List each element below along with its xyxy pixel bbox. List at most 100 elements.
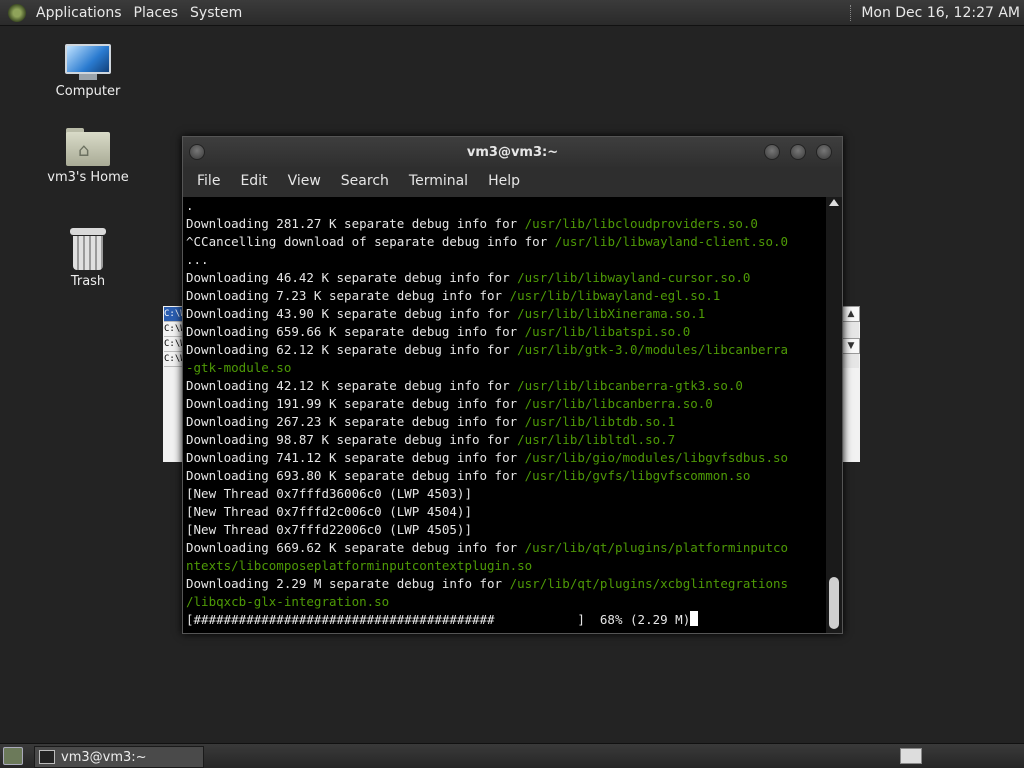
terminal-line-path: ntexts/libcomposeplatforminputcontextplu… xyxy=(186,558,533,573)
menu-view[interactable]: View xyxy=(278,173,331,189)
list-item[interactable]: C:\W xyxy=(164,352,182,367)
clock[interactable]: Mon Dec 16, 12:27 AM xyxy=(861,5,1024,21)
menu-edit[interactable]: Edit xyxy=(230,173,277,189)
desktop-icon-label: vm3's Home xyxy=(47,170,129,185)
distro-logo-icon[interactable] xyxy=(8,3,26,22)
terminal-line: Downloading 42.12 K separate debug info … xyxy=(186,377,826,395)
desktop-icon-computer[interactable]: Computer xyxy=(38,44,138,99)
terminal-line: Downloading 669.62 K separate debug info… xyxy=(186,539,826,557)
terminal-line: /libqxcb-glx-integration.so xyxy=(186,593,826,611)
terminal-line: . xyxy=(186,197,826,215)
taskbar-item-label: vm3@vm3:~ xyxy=(61,749,147,765)
terminal-line: Downloading 2.29 M separate debug info f… xyxy=(186,575,826,593)
terminal-line-text: Downloading 2.29 M separate debug info f… xyxy=(186,576,510,591)
terminal-line-text: [New Thread 0x7fffd2c006c0 (LWP 4504)] xyxy=(186,504,472,519)
terminal-line-text: Downloading 659.66 K separate debug info… xyxy=(186,324,525,339)
terminal-line-path: /usr/lib/libtdb.so.1 xyxy=(524,414,676,429)
terminal-line-path: /usr/lib/libwayland-client.so.0 xyxy=(554,234,789,249)
terminal-lines: . Downloading 281.27 K separate debug inf… xyxy=(183,197,826,629)
terminal-scrollbar[interactable] xyxy=(826,197,842,633)
applications-menu[interactable]: Applications xyxy=(30,5,128,21)
terminal-window[interactable]: vm3@vm3:~ File Edit View Search Terminal… xyxy=(182,136,843,634)
terminal-line-path: /usr/lib/libwayland-egl.so.1 xyxy=(509,288,721,303)
terminal-line: ntexts/libcomposeplatforminputcontextplu… xyxy=(186,557,826,575)
window-menu-button[interactable] xyxy=(189,144,205,160)
terminal-line-text: Downloading 7.23 K separate debug info f… xyxy=(186,288,510,303)
scroll-thumb[interactable] xyxy=(829,577,839,629)
terminal-line-text: [New Thread 0x7fffd22006c0 (LWP 4505)] xyxy=(186,522,472,537)
terminal-line: [New Thread 0x7fffd36006c0 (LWP 4503)] xyxy=(186,485,826,503)
panel-separator xyxy=(850,4,853,21)
menu-file[interactable]: File xyxy=(187,173,230,189)
terminal-line: Downloading 741.12 K separate debug info… xyxy=(186,449,826,467)
list-item[interactable]: C:\W xyxy=(164,307,182,322)
list-item[interactable]: C:\W xyxy=(164,322,182,337)
maximize-button[interactable] xyxy=(790,144,806,160)
terminal-line-text: Downloading 741.12 K separate debug info… xyxy=(186,450,525,465)
terminal-line: Downloading 7.23 K separate debug info f… xyxy=(186,287,826,305)
terminal-output[interactable]: . Downloading 281.27 K separate debug inf… xyxy=(183,197,826,633)
terminal-line-path: /usr/lib/qt/plugins/xcbglintegrations xyxy=(509,576,789,591)
places-menu[interactable]: Places xyxy=(128,5,185,21)
terminal-line-text: Downloading 267.23 K separate debug info… xyxy=(186,414,525,429)
chevron-up-icon[interactable]: ▲ xyxy=(842,306,860,322)
terminal-line-text: [New Thread 0x7fffd36006c0 (LWP 4503)] xyxy=(186,486,472,501)
download-progress-line: [#######################################… xyxy=(186,611,826,629)
scroll-up-icon[interactable] xyxy=(829,199,839,206)
terminal-line-text: Downloading 669.62 K separate debug info… xyxy=(186,540,525,555)
terminal-line-text: Downloading 191.99 K separate debug info… xyxy=(186,396,525,411)
window-titlebar[interactable]: vm3@vm3:~ xyxy=(183,137,842,167)
text-cursor xyxy=(690,611,699,626)
terminal-menubar: File Edit View Search Terminal Help xyxy=(183,167,842,195)
close-button[interactable] xyxy=(816,144,832,160)
terminal-line-text: Downloading 693.80 K separate debug info… xyxy=(186,468,525,483)
terminal-line-text: Downloading 98.87 K separate debug info … xyxy=(186,432,518,447)
terminal-line-path: /usr/lib/libcanberra.so.0 xyxy=(524,396,713,411)
desktop-icon-home[interactable]: ⌂ vm3's Home xyxy=(38,128,138,185)
desktop-icon-label: Computer xyxy=(55,84,121,99)
system-menu[interactable]: System xyxy=(184,5,248,21)
minimize-button[interactable] xyxy=(764,144,780,160)
chevron-down-icon[interactable]: ▼ xyxy=(842,338,860,354)
terminal-line-path: /usr/lib/libltdl.so.7 xyxy=(517,432,676,447)
terminal-line-path: /usr/lib/libatspi.so.0 xyxy=(524,324,691,339)
background-list: C:\W C:\W C:\W C:\W xyxy=(164,307,182,367)
terminal-line: Downloading 267.23 K separate debug info… xyxy=(186,413,826,431)
workspace-switcher[interactable] xyxy=(900,748,922,764)
taskbar-item-terminal[interactable]: vm3@vm3:~ xyxy=(34,746,204,768)
menu-terminal[interactable]: Terminal xyxy=(399,173,478,189)
terminal-line-path: /usr/lib/libcloudproviders.so.0 xyxy=(524,216,758,231)
terminal-line-text: . xyxy=(186,198,194,213)
terminal-line: -gtk-module.so xyxy=(186,359,826,377)
terminal-line: Downloading 191.99 K separate debug info… xyxy=(186,395,826,413)
terminal-line-path: /usr/lib/qt/plugins/platforminputco xyxy=(524,540,789,555)
desktop-icon-trash[interactable]: Trash xyxy=(38,228,138,289)
terminal-line-path: /usr/lib/gtk-3.0/modules/libcanberra xyxy=(517,342,789,357)
terminal-line: [New Thread 0x7fffd22006c0 (LWP 4505)] xyxy=(186,521,826,539)
terminal-line: Downloading 46.42 K separate debug info … xyxy=(186,269,826,287)
menu-search[interactable]: Search xyxy=(331,173,399,189)
terminal-line-text: Downloading 281.27 K separate debug info… xyxy=(186,216,525,231)
terminal-line-text: ^CCancelling download of separate debug … xyxy=(186,234,555,249)
terminal-line-text: Downloading 46.42 K separate debug info … xyxy=(186,270,518,285)
terminal-line: ... xyxy=(186,251,826,269)
terminal-line-text: Downloading 42.12 K separate debug info … xyxy=(186,378,518,393)
clock-area: Mon Dec 16, 12:27 AM xyxy=(850,0,1024,25)
terminal-line: Downloading 659.66 K separate debug info… xyxy=(186,323,826,341)
list-item[interactable]: C:\W xyxy=(164,337,182,352)
terminal-line: Downloading 281.27 K separate debug info… xyxy=(186,215,826,233)
trash-icon xyxy=(70,228,106,270)
top-panel: Applications Places System Mon Dec 16, 1… xyxy=(0,0,1024,26)
bottom-panel: vm3@vm3:~ xyxy=(0,743,1024,768)
terminal-line-path: /usr/lib/libXinerama.so.1 xyxy=(517,306,706,321)
computer-icon xyxy=(65,44,111,80)
window-title: vm3@vm3:~ xyxy=(466,144,559,160)
terminal-line-path: /usr/lib/libwayland-cursor.so.0 xyxy=(517,270,751,285)
terminal-line-path: /libqxcb-glx-integration.so xyxy=(186,594,390,609)
terminal-line-text: ... xyxy=(186,252,209,267)
menu-help[interactable]: Help xyxy=(478,173,530,189)
terminal-line: Downloading 62.12 K separate debug info … xyxy=(186,341,826,359)
home-folder-icon: ⌂ xyxy=(66,128,110,166)
show-desktop-icon[interactable] xyxy=(3,747,23,765)
terminal-line: Downloading 693.80 K separate debug info… xyxy=(186,467,826,485)
